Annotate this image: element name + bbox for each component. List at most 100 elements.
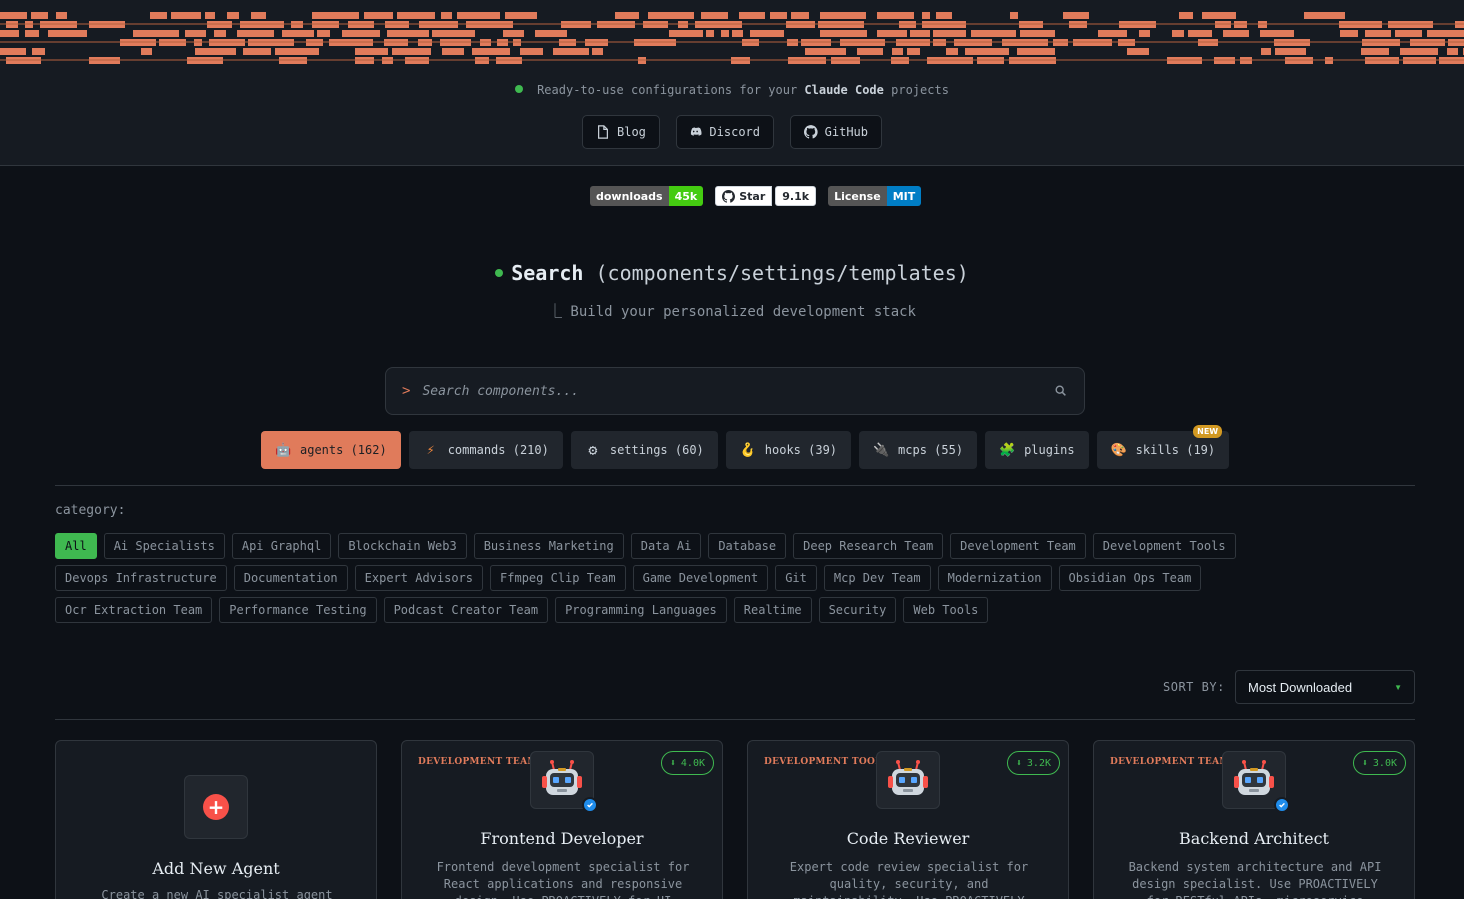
banner-block	[933, 30, 966, 37]
banner-block	[364, 12, 393, 19]
tab-settings[interactable]: ⚙ settings (60)	[570, 431, 718, 469]
banner-block	[1017, 48, 1055, 55]
category-chip-data-ai[interactable]: Data Ai	[630, 533, 702, 559]
download-count: 4.0K	[680, 757, 705, 769]
category-chip-api-graphql[interactable]: Api Graphql	[231, 533, 332, 559]
banner-block	[0, 48, 26, 55]
banner-block	[1304, 12, 1345, 19]
category-chip-game-development[interactable]: Game Development	[632, 565, 769, 591]
banner-block	[205, 12, 215, 19]
tab-mcps[interactable]: 🔌 mcps (55)	[859, 431, 978, 469]
category-chip-modernization[interactable]: Modernization	[937, 565, 1052, 591]
banner-block	[820, 30, 867, 37]
badge-row: downloads 45k Star 9.1k License MIT	[590, 186, 922, 206]
download-icon: ⬇	[669, 757, 676, 769]
tab-plugins[interactable]: 🧩 plugins	[985, 431, 1089, 469]
tagline-suffix: projects	[891, 83, 949, 97]
search-icon[interactable]	[1054, 384, 1068, 398]
category-label: category:	[55, 503, 126, 518]
banner-block	[282, 30, 314, 37]
banner-block	[1179, 12, 1193, 19]
banner-block	[701, 12, 728, 19]
tab-hooks[interactable]: 🪝 hooks (39)	[725, 431, 852, 469]
agent-card-backend-architect[interactable]: DEVELOPMENT TEAM ⬇ 3.0K Backend Architect…	[1093, 740, 1415, 899]
hook-icon: 🪝	[739, 442, 756, 458]
banner-block	[237, 30, 274, 37]
download-count-badge: ⬇ 3.2K	[1006, 751, 1060, 775]
search-heading: Search (components/settings/templates)	[0, 261, 1464, 287]
banner-block	[946, 48, 958, 55]
category-chip-ocr-extraction-team[interactable]: Ocr Extraction Team	[55, 597, 213, 623]
category-chip-programming-languages[interactable]: Programming Languages	[555, 597, 727, 623]
banner-block	[907, 48, 920, 55]
banner-block	[0, 30, 19, 37]
search-input[interactable]	[422, 383, 1054, 399]
category-chip-podcast-creator-team[interactable]: Podcast Creator Team	[383, 597, 549, 623]
verified-check-icon	[1274, 797, 1290, 813]
banner-block	[1447, 48, 1458, 55]
category-chip-all[interactable]: All	[55, 533, 97, 559]
card-description: Frontend development specialist for Reac…	[436, 860, 690, 899]
github-star-label: Star	[739, 189, 766, 203]
add-agent-desc: Create a new AI specialist agent	[101, 888, 333, 899]
tab-mcps-label: mcps (55)	[898, 443, 964, 457]
category-chip-obsidian-ops-team[interactable]: Obsidian Ops Team	[1058, 565, 1202, 591]
plus-icon: +	[203, 794, 229, 820]
category-chip-expert-advisors[interactable]: Expert Advisors	[354, 565, 484, 591]
search-bar[interactable]: >	[385, 367, 1085, 415]
category-chip-business-marketing[interactable]: Business Marketing	[473, 533, 624, 559]
category-chip-documentation[interactable]: Documentation	[233, 565, 348, 591]
tagline-prefix: Ready-to-use configurations for your	[537, 83, 798, 97]
category-chip-ffmpeg-clip-team[interactable]: Ffmpeg Clip Team	[490, 565, 626, 591]
tab-commands[interactable]: ⚡ commands (210)	[408, 431, 563, 469]
category-chip-realtime[interactable]: Realtime	[733, 597, 812, 623]
banner-block	[910, 30, 930, 37]
downloads-badge[interactable]: downloads 45k	[590, 186, 704, 206]
banner-block	[503, 30, 524, 37]
banner-block	[1395, 30, 1422, 37]
category-chip-security[interactable]: Security	[818, 597, 897, 623]
banner-block	[133, 30, 179, 37]
card-description: Expert code review specialist for qualit…	[789, 860, 1029, 899]
category-chip-database[interactable]: Database	[708, 533, 787, 559]
github-star-badge[interactable]: Star 9.1k	[715, 186, 817, 206]
tab-agents[interactable]: 🤖 agents (162)	[261, 431, 401, 469]
palette-icon: 🎨	[1110, 442, 1127, 458]
banner-block	[1223, 30, 1249, 37]
prompt-chevron-icon: >	[402, 383, 411, 399]
category-chip-ai-specialists[interactable]: Ai Specialists	[103, 533, 225, 559]
banner-block	[770, 12, 787, 19]
banner-block	[553, 48, 589, 55]
category-chip-development-tools[interactable]: Development Tools	[1092, 533, 1236, 559]
banner-block	[1010, 12, 1018, 19]
category-chip-mcp-dev-team[interactable]: Mcp Dev Team	[823, 565, 931, 591]
license-badge-value: MIT	[886, 186, 922, 206]
sort-label: SORT BY:	[1163, 680, 1225, 694]
banner-block	[432, 30, 475, 37]
agent-card-frontend-developer[interactable]: DEVELOPMENT TEAM ⬇ 4.0K Frontend Develope…	[401, 740, 723, 899]
banner-block	[251, 12, 266, 19]
banner-block	[275, 48, 319, 55]
category-chip-web-tools[interactable]: Web Tools	[903, 597, 989, 623]
blog-link[interactable]: Blog	[582, 115, 660, 149]
sort-select[interactable]: Most Downloaded ▼	[1235, 670, 1415, 704]
category-chip-performance-testing[interactable]: Performance Testing	[219, 597, 377, 623]
banner-block	[0, 12, 27, 19]
category-chip-blockchain-web3[interactable]: Blockchain Web3	[338, 533, 467, 559]
agent-card-code-reviewer[interactable]: DEVELOPMENT TOOLS ⬇ 3.2K Code Reviewer Ex…	[747, 740, 1069, 899]
category-chip-deep-research-team[interactable]: Deep Research Team	[793, 533, 944, 559]
tab-skills[interactable]: 🎨 skills (19) NEW	[1096, 425, 1230, 469]
search-heading-rest: (components/settings/templates)	[595, 261, 969, 285]
add-agent-card[interactable]: + Add New Agent Create a new AI speciali…	[55, 740, 377, 899]
github-link[interactable]: GitHub	[790, 115, 882, 149]
banner-block	[669, 30, 703, 37]
category-chip-devops-infrastructure[interactable]: Devops Infrastructure	[55, 565, 227, 591]
banner-block	[312, 12, 359, 19]
banner-block	[936, 12, 952, 19]
category-chip-development-team[interactable]: Development Team	[950, 533, 1086, 559]
license-badge[interactable]: License MIT	[828, 186, 922, 206]
banner-block	[25, 30, 39, 37]
banner-block	[214, 30, 226, 37]
discord-link[interactable]: Discord	[676, 115, 774, 149]
category-chip-git[interactable]: Git	[775, 565, 817, 591]
